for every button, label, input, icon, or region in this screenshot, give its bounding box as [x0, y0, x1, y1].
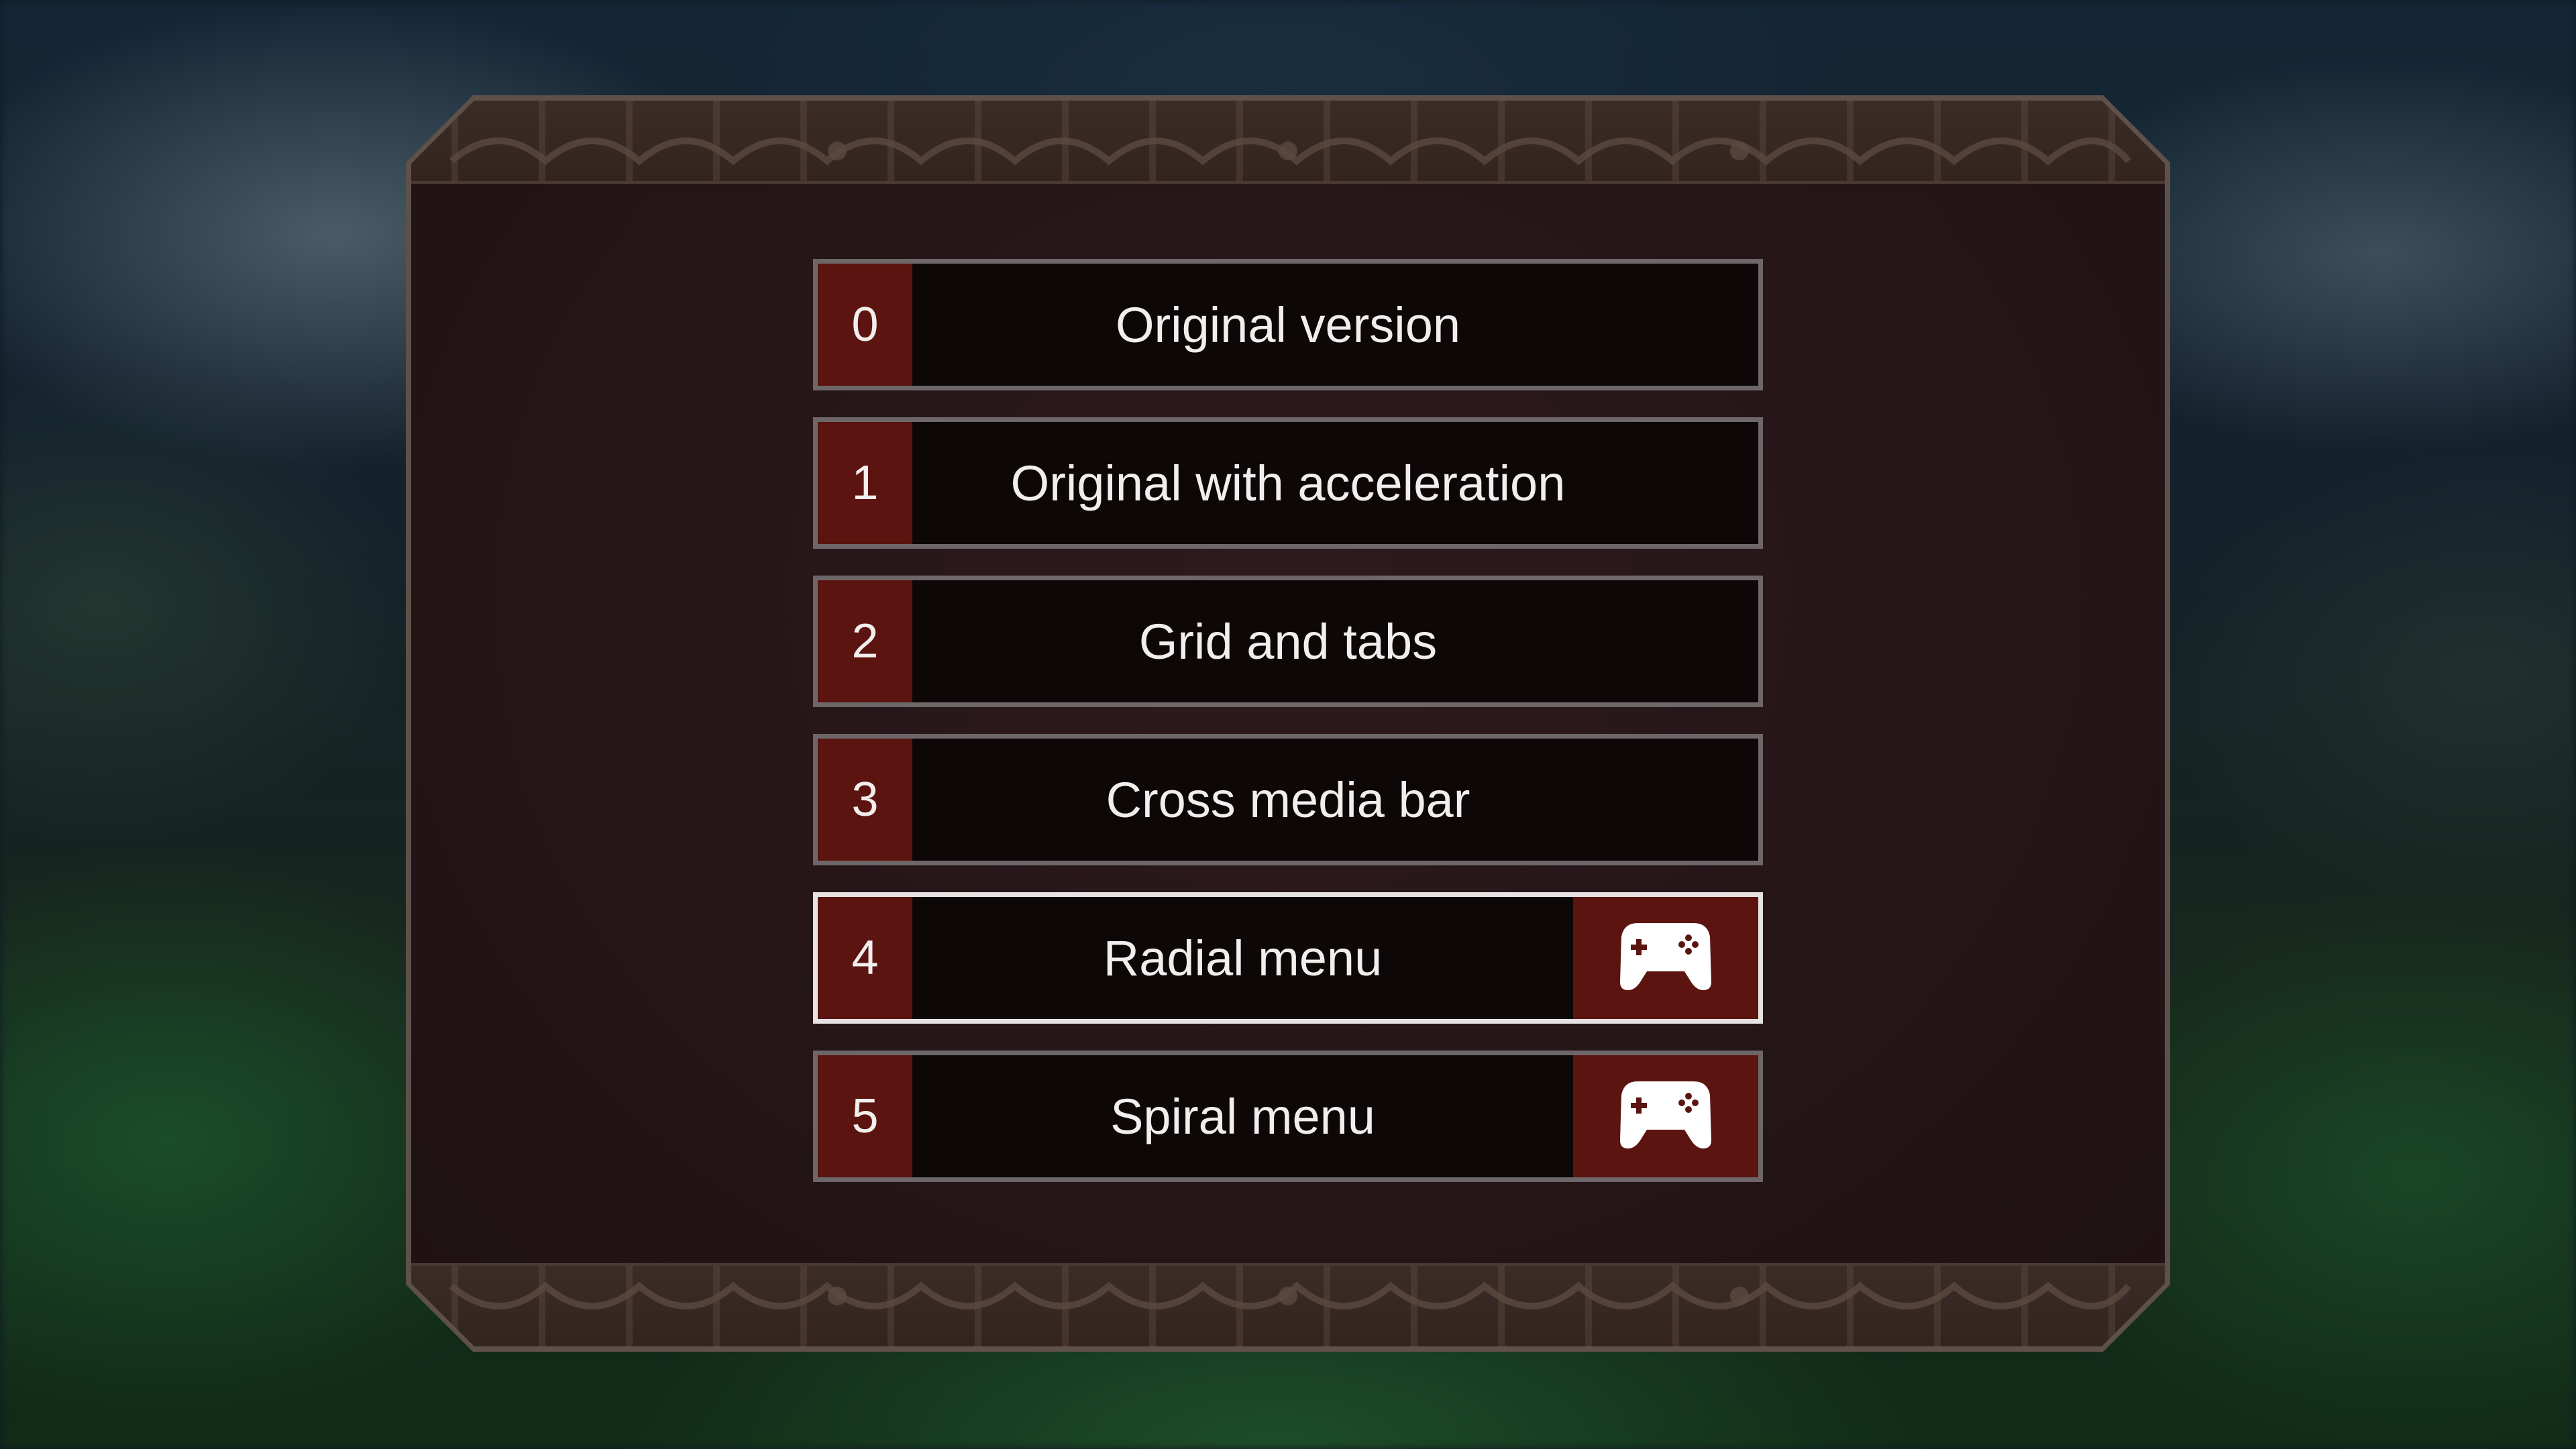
ornamental-border-bottom [411, 1263, 2165, 1346]
menu-item-original-with-acceleration[interactable]: 1 Original with acceleration [813, 417, 1763, 549]
game-screen: 0 Original version 1 Original with accel… [0, 0, 2576, 1449]
menu-item-label: Cross media bar [1106, 771, 1470, 828]
menu-item-index: 4 [818, 897, 912, 1019]
gamepad-icon [1619, 1079, 1713, 1154]
menu-item-index: 5 [818, 1055, 912, 1177]
gamepad-icon [1619, 920, 1713, 996]
menu-item-grid-and-tabs[interactable]: 2 Grid and tabs [813, 576, 1763, 707]
ornamental-border-top [411, 101, 2165, 184]
menu-item-index: 1 [818, 422, 912, 544]
controller-badge [1573, 897, 1758, 1019]
menu-item-label: Radial menu [1103, 930, 1383, 986]
menu-item-cross-media-bar[interactable]: 3 Cross media bar [813, 734, 1763, 865]
menu-item-label: Spiral menu [1110, 1088, 1375, 1144]
controller-badge [1573, 1055, 1758, 1177]
menu-item-index: 3 [818, 739, 912, 861]
menu-list: 0 Original version 1 Original with accel… [813, 259, 1763, 1209]
menu-item-radial-menu[interactable]: 4 Radial menu [813, 892, 1763, 1024]
menu-item-index: 2 [818, 580, 912, 702]
menu-item-index: 0 [818, 264, 912, 386]
menu-item-original-version[interactable]: 0 Original version [813, 259, 1763, 390]
menu-item-spiral-menu[interactable]: 5 Spiral menu [813, 1051, 1763, 1182]
menu-item-label: Original with acceleration [1010, 455, 1566, 511]
menu-item-label: Original version [1115, 297, 1461, 353]
menu-item-label: Grid and tabs [1138, 613, 1438, 669]
